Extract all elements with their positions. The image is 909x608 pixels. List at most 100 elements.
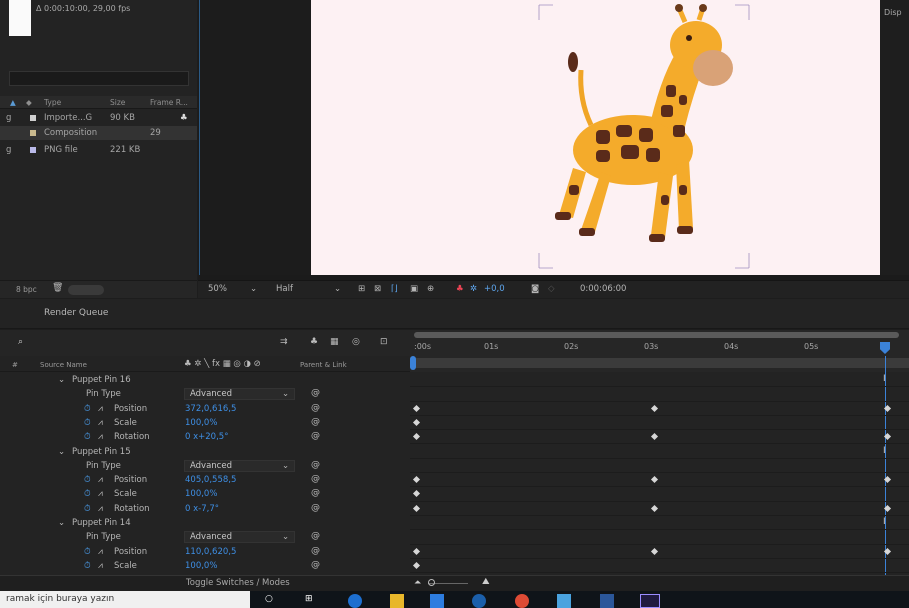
transparency-grid-icon[interactable]: ⊠ — [374, 284, 381, 294]
property-value[interactable]: 372,0,616,5 — [185, 404, 236, 414]
zoom-out-icon[interactable]: ⏶ — [414, 578, 421, 588]
mail-icon[interactable] — [472, 594, 486, 608]
keyframe[interactable] — [883, 433, 892, 441]
property-row[interactable]: ⏱ ⩘ Scale 100,0% @ — [0, 487, 410, 501]
property-row[interactable]: ⏱ ⩘ Position 372,0,616,5 @ — [0, 402, 410, 416]
stopwatch-icon[interactable]: ⏱ — [84, 475, 91, 485]
bpc-label[interactable]: 8 bpc — [16, 285, 37, 294]
keyframe[interactable] — [650, 476, 659, 484]
keyframe-track[interactable] — [410, 502, 909, 516]
stopwatch-icon[interactable]: ⏱ — [84, 547, 91, 557]
stopwatch-icon[interactable]: ⏱ — [84, 404, 91, 414]
project-scroll[interactable] — [68, 285, 104, 295]
property-value[interactable]: 0 x-7,7° — [185, 504, 219, 514]
property-value[interactable]: 100,0% — [185, 561, 217, 571]
toggle-switches-modes[interactable]: Toggle Switches / Modes — [186, 578, 290, 588]
chevron-down-icon[interactable]: ⌄ — [58, 518, 65, 528]
graph-editor-icon[interactable]: ⊡ — [380, 337, 388, 347]
keyframe[interactable] — [412, 404, 421, 412]
out-point-marker[interactable]: I — [883, 374, 886, 384]
resolution-select[interactable]: Half — [276, 284, 293, 294]
exposure-icon[interactable]: ✲ — [470, 284, 477, 294]
edge-icon[interactable] — [348, 594, 362, 608]
keyframe-track[interactable] — [410, 416, 909, 431]
region-of-interest-icon[interactable]: ▣ — [410, 284, 418, 294]
property-row[interactable]: ⏱ ⩘ Rotation 0 x-7,7° @ — [0, 502, 410, 516]
keyframe[interactable] — [412, 490, 421, 498]
store-icon[interactable] — [430, 594, 444, 608]
graph-icon[interactable]: ⩘ — [98, 489, 103, 499]
out-point-marker[interactable]: I — [883, 446, 886, 456]
property-value[interactable]: 0 x+20,5° — [185, 432, 228, 442]
tag-icon[interactable]: ◆ — [26, 98, 32, 107]
chevron-down-icon[interactable]: ⌄ — [282, 532, 289, 542]
graph-icon[interactable]: ⩘ — [98, 504, 103, 514]
col-source-name[interactable]: Source Name — [40, 361, 87, 369]
timeline-search-input[interactable] — [30, 334, 270, 348]
pickwhip-icon[interactable]: @ — [311, 503, 320, 513]
project-item[interactable]: g PNG file 221 KB — [0, 143, 197, 157]
pickwhip-icon[interactable]: @ — [311, 474, 320, 484]
current-time[interactable]: 0:00:06:00 — [580, 284, 626, 294]
composition-canvas[interactable] — [311, 0, 909, 275]
property-row[interactable]: Pin Type Advanced ⌄ @ — [0, 459, 410, 473]
property-row[interactable]: Pin Type Advanced ⌄ @ — [0, 387, 410, 401]
stopwatch-icon[interactable]: ⏱ — [84, 418, 91, 428]
comp-mini-flowchart-icon[interactable]: ⇉ — [280, 337, 288, 347]
draft-3d-icon[interactable]: ♣ — [310, 337, 318, 347]
property-value[interactable]: 405,0,558,5 — [185, 475, 236, 485]
graph-icon[interactable]: ⩘ — [98, 561, 103, 571]
chrome-icon[interactable] — [515, 594, 529, 608]
property-row[interactable]: ⏱ ⩘ Scale 100,0% @ — [0, 559, 410, 573]
graph-icon[interactable]: ⩘ — [98, 432, 103, 442]
out-point-marker[interactable]: I — [883, 517, 886, 527]
col-frame-rate[interactable]: Frame R... — [150, 98, 188, 107]
property-row[interactable]: ⏱ ⩘ Scale 100,0% @ — [0, 416, 410, 430]
keyframe-track[interactable]: I — [410, 373, 909, 388]
pickwhip-icon[interactable]: @ — [311, 531, 320, 541]
pickwhip-icon[interactable]: @ — [311, 417, 320, 427]
keyframe[interactable] — [412, 418, 421, 426]
property-row[interactable]: Pin Type Advanced ⌄ @ — [0, 530, 410, 544]
col-type[interactable]: Type — [44, 98, 61, 107]
pickwhip-icon[interactable]: @ — [311, 460, 320, 470]
search-icon[interactable]: ○ — [265, 594, 279, 608]
color-channel-icon[interactable]: ♣ — [456, 284, 464, 294]
stopwatch-icon[interactable]: ⏱ — [84, 489, 91, 499]
mask-visibility-icon[interactable]: ⌈⌋ — [391, 284, 398, 294]
col-parent[interactable]: Parent & Link — [300, 361, 347, 369]
pin-type-select[interactable]: Advanced — [184, 459, 295, 472]
property-value[interactable]: 100,0% — [185, 489, 217, 499]
chevron-down-icon[interactable]: ⌄ — [282, 461, 289, 471]
keyframe[interactable] — [883, 504, 892, 512]
col-size[interactable]: Size — [110, 98, 125, 107]
keyframe[interactable] — [412, 561, 421, 569]
camera-icon[interactable]: ◙ — [531, 284, 539, 294]
col-switches[interactable]: ♣ ✲ ╲ fx ▦ ◎ ◑ ⊘ — [184, 359, 261, 369]
keyframe[interactable] — [650, 547, 659, 555]
property-value[interactable]: 100,0% — [185, 418, 217, 428]
hide-shy-icon[interactable]: ▦ — [330, 337, 339, 347]
pin-type-select[interactable]: Advanced — [184, 531, 295, 544]
in-point-marker[interactable] — [410, 356, 416, 370]
zoom-select[interactable]: 50% — [208, 284, 227, 294]
stopwatch-icon[interactable]: ⏱ — [84, 504, 91, 514]
pickwhip-icon[interactable]: @ — [311, 560, 320, 570]
playhead-icon[interactable] — [880, 342, 890, 354]
keyframe[interactable] — [883, 476, 892, 484]
pickwhip-icon[interactable]: @ — [311, 431, 320, 441]
stopwatch-icon[interactable]: ⏱ — [84, 432, 91, 442]
keyframe[interactable] — [412, 476, 421, 484]
chevron-down-icon[interactable]: ⌄ — [250, 284, 257, 294]
after-effects-icon[interactable] — [640, 594, 660, 608]
show-snapshot-icon[interactable]: ◇ — [548, 284, 555, 294]
layer-group-row[interactable]: ⌄ Puppet Pin 14 — [0, 516, 410, 530]
snapshot-region-icon[interactable]: ⊞ — [358, 284, 365, 294]
graph-icon[interactable]: ⩘ — [98, 404, 103, 414]
sort-up-icon[interactable]: ▲ — [10, 98, 16, 107]
stopwatch-icon[interactable]: ⏱ — [84, 561, 91, 571]
search-icon[interactable]: ⌕ — [18, 337, 23, 347]
keyframe-track[interactable] — [410, 473, 909, 488]
pickwhip-icon[interactable]: @ — [311, 388, 320, 398]
tab-render-queue[interactable]: Render Queue — [44, 308, 108, 318]
